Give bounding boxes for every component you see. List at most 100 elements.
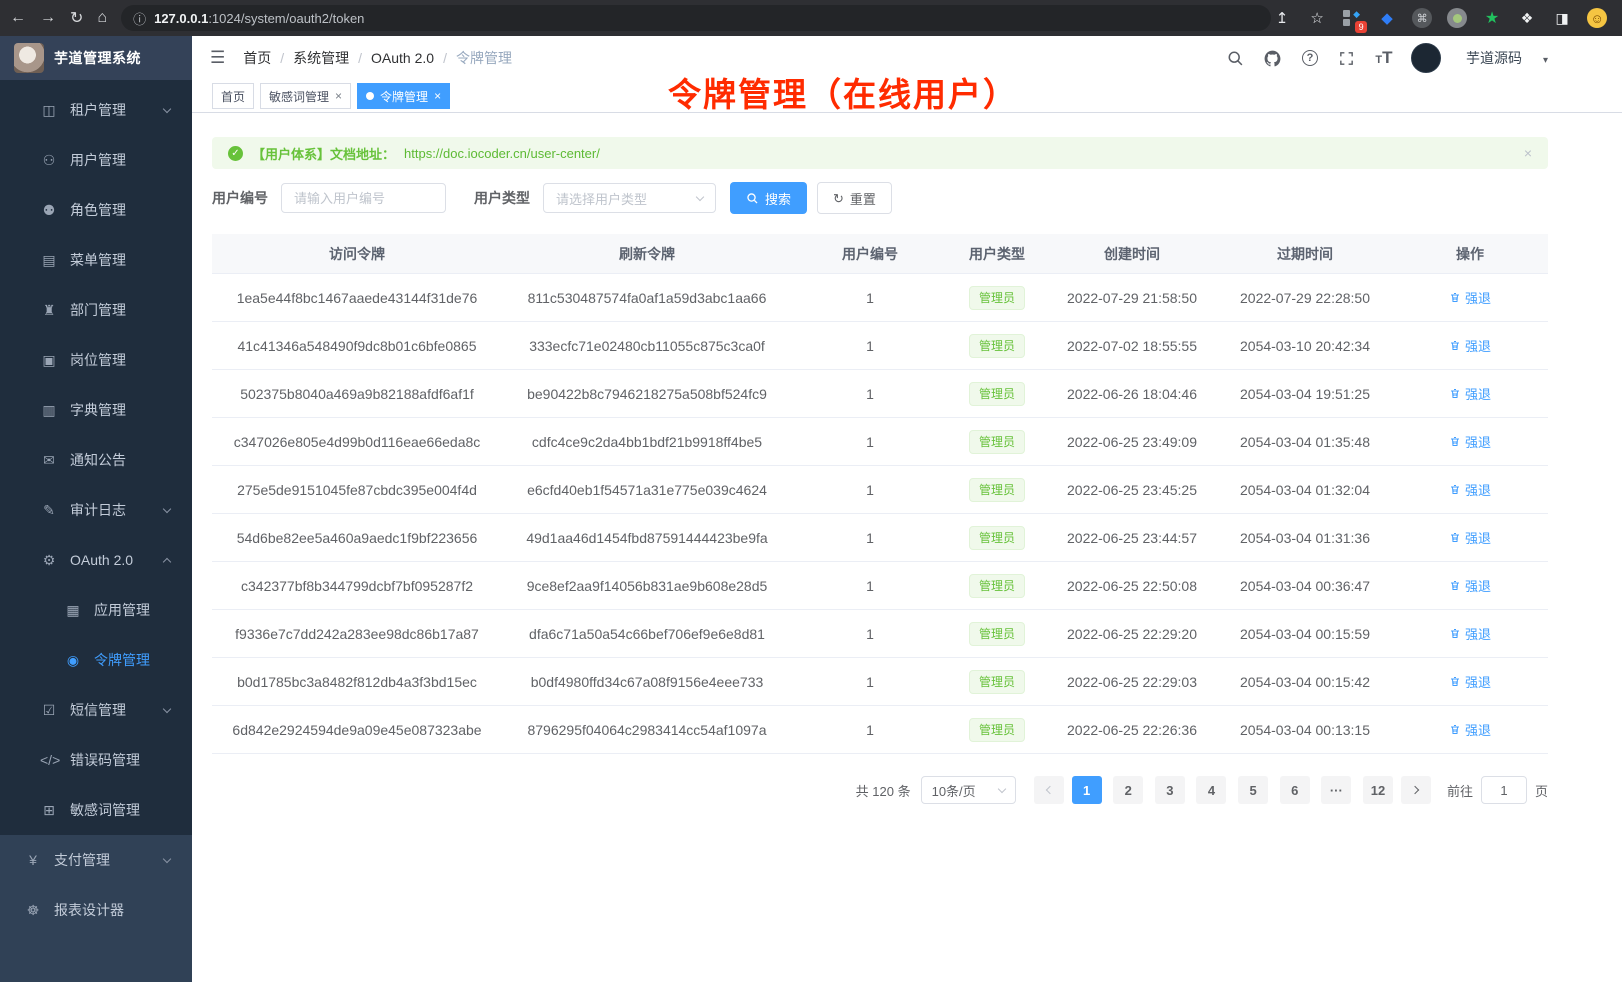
address-bar[interactable]: ⓘ 127.0.0.1:1024/system/oauth2/token [121,5,1271,31]
breadcrumb-system[interactable]: 系统管理 [293,48,349,68]
user-type-cell: 管理员 [948,622,1046,646]
extension-gem-icon[interactable]: ◆ [1376,7,1398,29]
app-logo-area[interactable]: 芋道管理系统 [0,36,192,80]
github-icon[interactable] [1263,48,1283,68]
force-logout-button[interactable]: 强退 [1449,624,1491,643]
chevron-icon [163,504,171,512]
force-logout-button[interactable]: 强退 [1449,672,1491,691]
sidebar-item-sensitive-words[interactable]: ⊞ 敏感词管理 [0,785,192,835]
sidebar-item-dict-management[interactable]: ▥ 字典管理 [0,385,192,435]
force-logout-button[interactable]: 强退 [1449,288,1491,307]
sidebar-item-dept-management[interactable]: ♜ 部门管理 [0,285,192,335]
breadcrumb-oauth2[interactable]: OAuth 2.0 [371,50,434,66]
sidebar-item-notice[interactable]: ✉ 通知公告 [0,435,192,485]
extension-record-icon[interactable] [1446,7,1468,29]
tab[interactable]: 敏感词管理 × [260,83,351,109]
extensions-puzzle-icon[interactable]: ❖ [1516,7,1538,29]
bookmark-star-icon[interactable]: ☆ [1306,7,1328,29]
search-icon[interactable] [1226,48,1246,68]
sidebar-item-menu-management[interactable]: ▤ 菜单管理 [0,235,192,285]
create-time-cell: 2022-06-25 23:45:25 [1046,482,1218,498]
page-button[interactable]: 1 [1072,776,1102,804]
tab[interactable]: 首页 × [212,83,254,109]
user-type-select[interactable]: 请选择用户类型 [543,183,716,213]
tab[interactable]: 令牌管理 × [357,83,450,109]
force-logout-button[interactable]: 强退 [1449,528,1491,547]
username[interactable]: 芋道源码 [1466,48,1522,68]
tabs-bar: 首页 × 敏感词管理 × 令牌管理 × [192,80,1622,113]
fullscreen-icon[interactable] [1337,48,1357,68]
sidebar-item-report-designer[interactable]: ☸ 报表设计器 [0,885,192,935]
sidebar-item-tenant-management[interactable]: ◫ 租户管理 [0,85,192,135]
site-info-icon[interactable]: ⓘ [133,9,146,28]
access-token-cell: 1ea5e44f8bc1467aaede43144f31de76 [212,290,502,306]
user-avatar[interactable] [1411,43,1441,73]
prev-page-button[interactable] [1034,776,1064,804]
tab-close-icon[interactable]: × [335,89,342,103]
force-logout-button[interactable]: 强退 [1449,432,1491,451]
side-panel-icon[interactable]: ◨ [1551,7,1573,29]
force-logout-button[interactable]: 强退 [1449,384,1491,403]
page-button[interactable]: 4 [1196,776,1226,804]
extension-command-icon[interactable]: ⌘ [1411,7,1433,29]
browser-reload-button[interactable]: ↻ [70,5,83,31]
alert-close-icon[interactable]: × [1524,145,1532,161]
sidebar-item-role-management[interactable]: ⚉ 角色管理 [0,185,192,235]
help-icon[interactable]: ? [1300,48,1320,68]
sidebar-item-sms-management[interactable]: ☑ 短信管理 [0,685,192,735]
page-content: ✓ 【用户体系】文档地址： https://doc.iocoder.cn/use… [192,113,1568,804]
breadcrumb-separator: / [280,50,284,66]
table-row: b0d1785bc3a8482f812db4a3f3bd15ec b0df498… [212,658,1548,706]
page-button[interactable]: 2 [1113,776,1143,804]
sidebar: 芋道管理系统 ◫ 租户管理 ⚇ 用户管理 ⚉ 角色管理 ▤ 菜单管 [0,36,192,982]
page-button[interactable]: 6 [1280,776,1310,804]
sidebar-item-app-management[interactable]: ▦ 应用管理 [0,585,192,635]
page-button[interactable]: 5 [1238,776,1268,804]
next-page-button[interactable] [1401,776,1431,804]
browser-home-button[interactable]: ⌂ [97,5,107,31]
sidebar-toggle-icon[interactable]: ☰ [210,48,225,68]
browser-back-button[interactable]: ← [10,5,26,31]
extension-tabs-icon[interactable]: ◆ 9 [1341,7,1363,29]
page-size-select[interactable]: 10条/页 [921,776,1016,804]
sidebar-item-oauth2[interactable]: ⚙ OAuth 2.0 [0,535,192,585]
page-button[interactable]: 3 [1155,776,1185,804]
share-icon[interactable]: ↥ [1271,7,1293,29]
sidebar-item-user-management[interactable]: ⚇ 用户管理 [0,135,192,185]
actions-cell: 强退 [1392,336,1548,355]
force-logout-button[interactable]: 强退 [1449,576,1491,595]
tab-close-icon[interactable]: × [434,89,441,103]
force-logout-button[interactable]: 强退 [1449,480,1491,499]
page-size-value: 10条/页 [932,781,976,800]
reset-button[interactable]: ↻ 重置 [817,182,892,214]
sidebar-item-errorcode-management[interactable]: </> 错误码管理 [0,735,192,785]
browser-forward-button[interactable]: → [40,5,56,31]
font-size-icon[interactable]: TT [1374,48,1394,68]
user-id-input[interactable] [281,183,446,213]
page-button[interactable]: ··· [1321,776,1351,804]
breadcrumb-home[interactable]: 首页 [243,48,271,68]
sidebar-item-token-management[interactable]: ◉ 令牌管理 [0,635,192,685]
profile-avatar-icon[interactable]: ☺ [1586,7,1608,29]
sidebar-item-post-management[interactable]: ▣ 岗位管理 [0,335,192,385]
extension-star-icon[interactable]: ★ [1481,7,1503,29]
chevron-icon [163,704,171,712]
sidebar-item-label: 审计日志 [70,500,126,520]
alert-doc-link[interactable]: https://doc.iocoder.cn/user-center/ [404,146,600,161]
force-logout-button[interactable]: 强退 [1449,336,1491,355]
user-menu-caret-icon[interactable]: ▾ [1543,55,1548,66]
sidebar-item-audit-log[interactable]: ✎ 审计日志 [0,485,192,535]
sidebar-item-pay-management[interactable]: ¥ 支付管理 [0,835,192,885]
table-row: c342377bf8b344799dcbf7bf095287f2 9ce8ef2… [212,562,1548,610]
goto-page-input[interactable] [1481,776,1527,804]
refresh-token-cell: cdfc4ce9c2da4bb1bdf21b9918ff4be5 [502,434,792,450]
table-row: 6d842e2924594de9a09e45e087323abe 8796295… [212,706,1548,754]
page-button[interactable]: 12 [1363,776,1393,804]
actions-cell: 强退 [1392,384,1548,403]
force-logout-button[interactable]: 强退 [1449,720,1491,739]
sidebar-item-label: 错误码管理 [70,750,140,770]
table-row: 1ea5e44f8bc1467aaede43144f31de76 811c530… [212,274,1548,322]
create-time-cell: 2022-06-25 23:49:09 [1046,434,1218,450]
search-button[interactable]: 搜索 [730,182,807,214]
sidebar-item-icon: ◫ [40,102,58,119]
